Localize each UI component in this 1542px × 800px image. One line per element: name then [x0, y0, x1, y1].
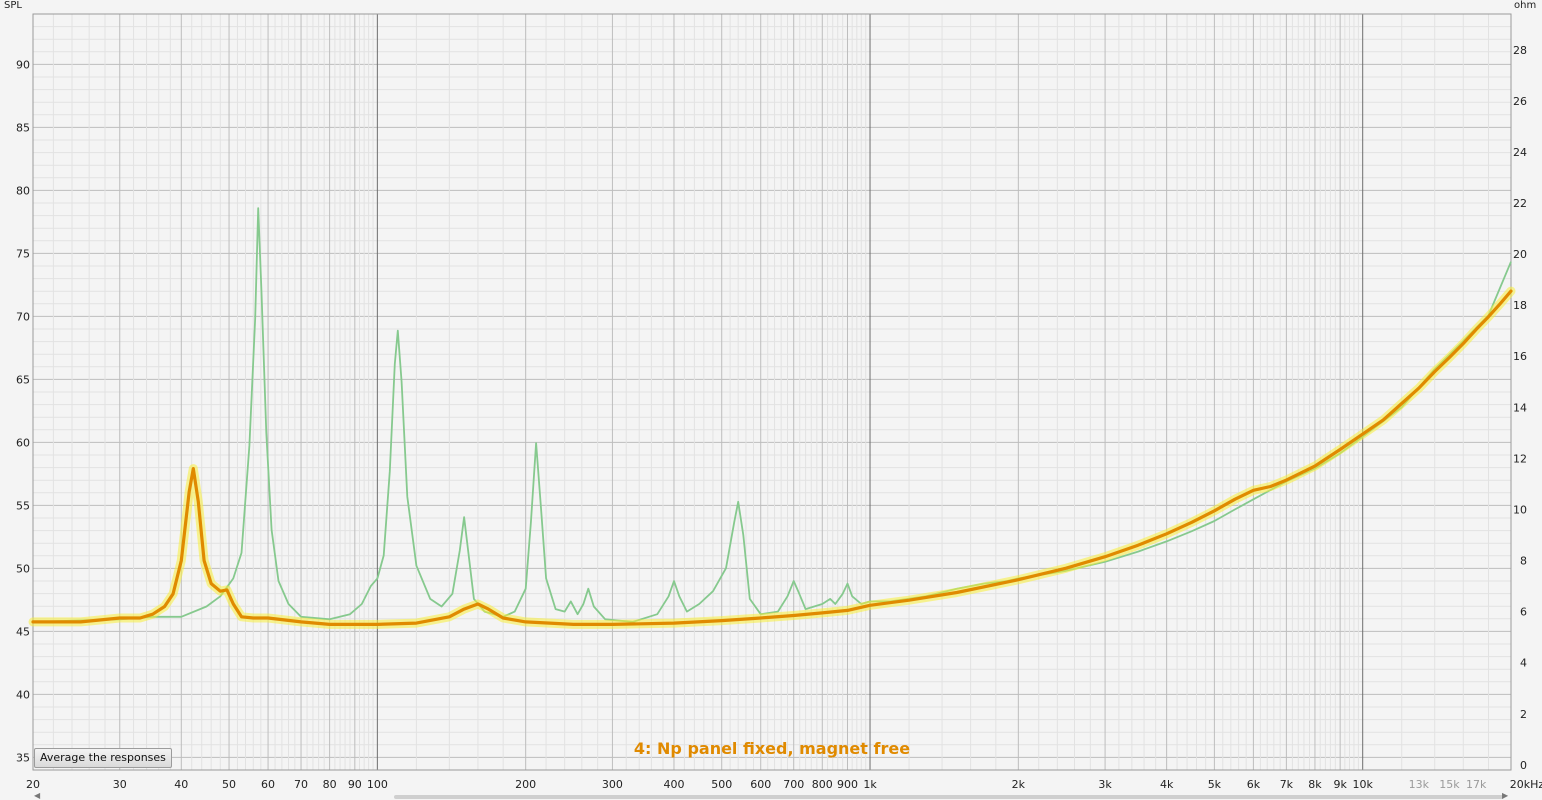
x-tick-label: 4k [1160, 778, 1174, 791]
x-tick-label: 5k [1208, 778, 1222, 791]
x-tick-label: 13k [1409, 778, 1430, 791]
x-tick-label: 7k [1280, 778, 1294, 791]
x-tick-label: 3k [1098, 778, 1112, 791]
x-tick-label: 500 [711, 778, 732, 791]
y-left-tick-label: 85 [16, 121, 30, 134]
x-tick-label: 600 [750, 778, 771, 791]
y-left-tick-label: 75 [16, 247, 30, 260]
horizontal-scrollbar[interactable] [394, 795, 1504, 799]
x-tick-label: 8k [1308, 778, 1322, 791]
x-tick-label: 800 [812, 778, 833, 791]
grid-lines [32, 13, 1512, 771]
x-tick-label: 17k [1466, 778, 1487, 791]
y-right-axis-name: ohm [1514, 0, 1536, 11]
y-right-tick-label: 10 [1513, 503, 1527, 516]
y-right-tick-label: 18 [1513, 299, 1527, 312]
y-left-tick-label: 40 [16, 688, 30, 701]
x-axis-ticks: 20 30 40 50 60 70 80 90 100 200 300 400 500 600 700 800… [26, 778, 1542, 791]
x-tick-label: 70 [294, 778, 308, 791]
y-left-tick-label: 80 [16, 184, 30, 197]
y-left-tick-label: 50 [16, 562, 30, 575]
scroll-right-icon[interactable]: ▶ [1502, 792, 1508, 800]
y-left-tick-label: 45 [16, 625, 30, 638]
x-tick-label: 300 [602, 778, 623, 791]
y-right-tick-label: 28 [1513, 44, 1527, 57]
y-left-tick-label: 70 [16, 310, 30, 323]
y-right-tick-label: 2 [1520, 708, 1527, 721]
y-right-tick-label: 24 [1513, 146, 1527, 159]
x-tick-label: 9k [1333, 778, 1347, 791]
x-tick-label: 40 [174, 778, 188, 791]
y-right-tick-label: 14 [1513, 401, 1527, 414]
x-tick-label: 90 [348, 778, 362, 791]
y-left-tick-label: 65 [16, 373, 30, 386]
y-left-tick-label: 55 [16, 499, 30, 512]
y-right-tick-label: 16 [1513, 350, 1527, 363]
y-right-tick-label: 0 [1520, 759, 1527, 772]
x-tick-label: 900 [837, 778, 858, 791]
x-tick-label: 80 [323, 778, 337, 791]
y-left-tick-label: 90 [16, 58, 30, 71]
x-tick-label: 50 [222, 778, 236, 791]
y-right-tick-label: 26 [1513, 95, 1527, 108]
y-left-axis-name: SPL [4, 0, 22, 11]
y-right-axis-ticks: 0246810121416182022242628 [1513, 44, 1527, 772]
x-tick-label: 700 [783, 778, 804, 791]
x-tick-label: 15k [1439, 778, 1460, 791]
scroll-left-icon[interactable]: ◀ [34, 792, 40, 800]
y-left-tick-label: 35 [16, 751, 30, 764]
y-right-tick-label: 12 [1513, 452, 1527, 465]
y-right-tick-label: 8 [1520, 555, 1527, 568]
x-tick-label: 100 [367, 778, 388, 791]
y-right-tick-label: 4 [1520, 657, 1527, 670]
x-tick-label: 400 [663, 778, 684, 791]
x-tick-label: 10k [1353, 778, 1374, 791]
x-tick-label: 6k [1247, 778, 1261, 791]
y-right-tick-label: 22 [1513, 197, 1527, 210]
frequency-response-chart[interactable]: 20 30 40 50 60 70 80 90 100 200 300 400 500 600 700 800… [0, 0, 1542, 799]
y-right-tick-label: 6 [1520, 606, 1527, 619]
x-tick-label: 20kHz [1510, 778, 1542, 791]
x-tick-label: 1k [863, 778, 877, 791]
x-tick-label: 20 [26, 778, 40, 791]
x-tick-label: 200 [515, 778, 536, 791]
y-left-tick-label: 60 [16, 436, 30, 449]
y-right-tick-label: 20 [1513, 248, 1527, 261]
x-tick-label: 30 [113, 778, 127, 791]
legend-series-label: 4: Np panel fixed, magnet free [634, 739, 910, 758]
y-left-axis-ticks: 35 40 45 50 55 60 65 70 75 80 85 90 [16, 58, 30, 764]
x-tick-label: 2k [1012, 778, 1026, 791]
x-tick-label: 60 [261, 778, 275, 791]
average-responses-button[interactable]: Average the responses [34, 748, 172, 768]
